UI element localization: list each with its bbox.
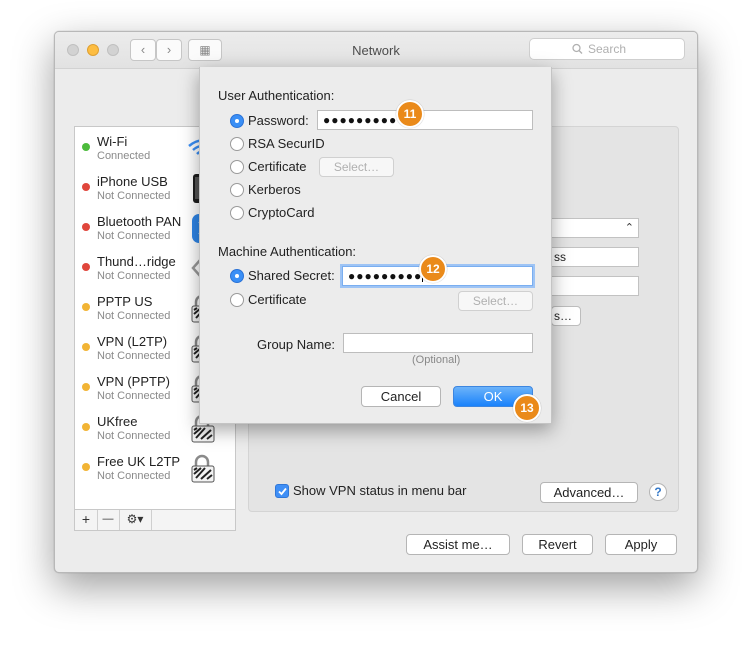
service-status: Not Connected (97, 230, 171, 242)
service-status: Not Connected (97, 470, 171, 482)
status-dot (82, 423, 90, 431)
cancel-button[interactable]: Cancel (361, 386, 441, 407)
account-name-field[interactable] (551, 276, 639, 296)
service-status: Not Connected (97, 270, 171, 282)
service-item-free-uk-l2tp[interactable]: Free UK L2TP Not Connected (75, 447, 235, 487)
service-status: Not Connected (97, 190, 171, 202)
title-bar: ‹ › ▦ Network Search (55, 32, 697, 69)
status-dot (82, 223, 90, 231)
assist-me-button[interactable]: Assist me… (406, 534, 510, 555)
add-service-button[interactable]: + (75, 510, 98, 530)
service-status: Not Connected (97, 310, 171, 322)
service-name: Free UK L2TP (97, 454, 181, 469)
status-dot (82, 343, 90, 351)
server-address-field[interactable]: ss (551, 247, 639, 267)
vpn-lock-icon (187, 453, 217, 483)
shared-secret-radio[interactable] (230, 269, 244, 283)
password-radio[interactable] (230, 114, 244, 128)
search-field[interactable]: Search (529, 38, 685, 60)
service-status: Connected (97, 150, 151, 162)
rsa-securid-label: RSA SecurID (248, 136, 325, 151)
machine-certificate-radio[interactable] (230, 293, 244, 307)
certificate-radio[interactable] (230, 160, 244, 174)
machine-certificate-label: Certificate (248, 292, 307, 307)
server-address-value: ss (554, 250, 566, 264)
rsa-securid-radio[interactable] (230, 137, 244, 151)
status-dot (82, 183, 90, 191)
search-icon (572, 39, 583, 65)
password-field[interactable]: ●●●●●●●●● (317, 110, 533, 130)
service-name: PPTP US (97, 294, 153, 309)
status-dot (82, 463, 90, 471)
cryptocard-radio[interactable] (230, 206, 244, 220)
service-name: iPhone USB (97, 174, 168, 189)
show-vpn-status-label: Show VPN status in menu bar (293, 483, 467, 498)
user-authentication-heading: User Authentication: (218, 88, 335, 103)
chevron-updown-icon: ⌃ (624, 222, 634, 234)
group-name-field[interactable] (343, 333, 533, 353)
password-value: ●●●●●●●●● (323, 113, 398, 127)
optional-hint: (Optional) (412, 354, 461, 366)
status-dot (82, 263, 90, 271)
show-vpn-status-checkbox[interactable] (275, 484, 289, 498)
password-radio-label: Password: (248, 113, 309, 128)
configuration-popup[interactable]: ⌃ (551, 218, 639, 238)
service-name: Wi-Fi (97, 134, 128, 149)
shared-secret-label: Shared Secret: (248, 268, 335, 283)
advanced-button[interactable]: Advanced… (540, 482, 638, 503)
service-name: UKfree (97, 414, 138, 429)
certificate-label: Certificate (248, 159, 307, 174)
callout-badge-12: 12 (419, 255, 447, 283)
group-name-label: Group Name: (257, 337, 336, 352)
kerberos-label: Kerberos (248, 182, 301, 197)
service-name: VPN (L2TP) (97, 334, 168, 349)
status-dot (82, 143, 90, 151)
callout-badge-13: 13 (513, 394, 541, 422)
service-name: Thund…ridge (97, 254, 176, 269)
authentication-settings-label: s… (554, 309, 572, 323)
authentication-sheet: User Authentication: Password: ●●●●●●●●●… (199, 67, 552, 424)
remove-service-button[interactable]: — (97, 510, 120, 530)
checkmark-icon (278, 487, 287, 496)
kerberos-radio[interactable] (230, 183, 244, 197)
service-status: Not Connected (97, 390, 171, 402)
service-list-toolbar: + — ⚙▾ (74, 510, 236, 531)
search-placeholder: Search (588, 42, 627, 56)
service-status: Not Connected (97, 350, 171, 362)
shared-secret-value: ●●●●●●●●● (348, 269, 423, 283)
callout-badge-11: 11 (396, 100, 424, 128)
revert-button[interactable]: Revert (522, 534, 593, 555)
certificate-select-button[interactable]: Select… (319, 157, 394, 177)
help-button[interactable]: ? (649, 483, 667, 501)
machine-certificate-select-button[interactable]: Select… (458, 291, 533, 311)
authentication-settings-button[interactable]: s… (551, 306, 581, 326)
status-dot (82, 383, 90, 391)
machine-authentication-heading: Machine Authentication: (218, 244, 357, 259)
service-name: Bluetooth PAN (97, 214, 182, 229)
gear-menu-button[interactable]: ⚙▾ (119, 510, 152, 530)
status-dot (82, 303, 90, 311)
service-name: VPN (PPTP) (97, 374, 170, 389)
service-status: Not Connected (97, 430, 171, 442)
cryptocard-label: CryptoCard (248, 205, 315, 220)
apply-button[interactable]: Apply (605, 534, 677, 555)
